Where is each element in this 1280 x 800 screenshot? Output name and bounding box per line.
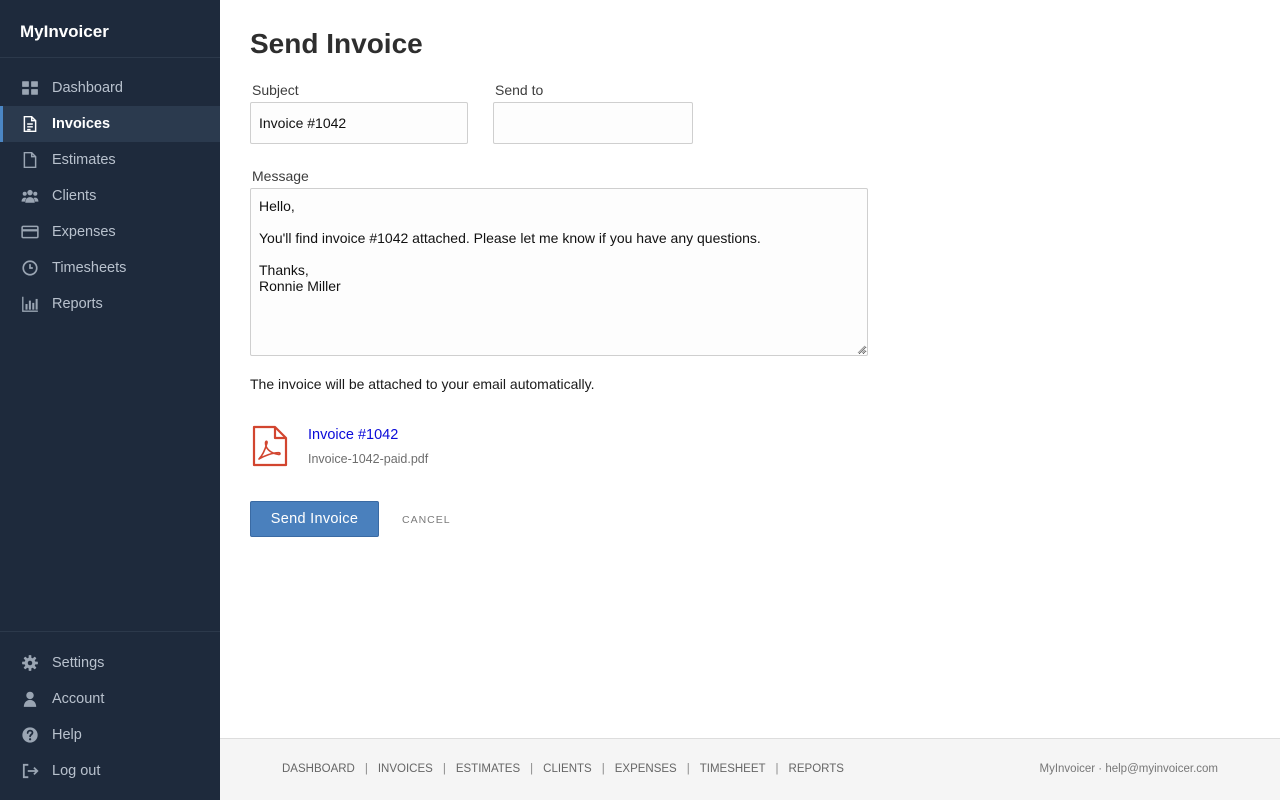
footer-separator: | [775, 763, 779, 775]
footer-separator: | [442, 763, 446, 775]
app-brand[interactable]: MyInvoicer [0, 0, 220, 58]
sidebar-item-account[interactable]: Account [0, 681, 220, 717]
subject-label: Subject [252, 82, 299, 98]
sidebar-item-estimates[interactable]: Estimates [0, 142, 220, 178]
attachment-filename: Invoice-1042-paid.pdf [308, 452, 429, 466]
sidebar-item-logout[interactable]: Log out [0, 753, 220, 789]
footer-link-reports[interactable]: REPORTS [789, 763, 844, 775]
bar-chart-icon [20, 294, 40, 314]
footer-link-expenses[interactable]: EXPENSES [615, 763, 677, 775]
help-icon [20, 725, 40, 745]
footer-link-estimates[interactable]: ESTIMATES [456, 763, 520, 775]
sidebar-item-label: Dashboard [52, 80, 123, 96]
footer-separator: | [686, 763, 690, 775]
sidebar-nav: Dashboard Invoices Estimates Clients Exp… [0, 58, 220, 322]
sidebar-item-label: Reports [52, 296, 103, 312]
dashboard-icon [20, 78, 40, 98]
message-textarea[interactable]: Hello, You'll find invoice #1042 attache… [250, 188, 868, 356]
footer-link-invoices[interactable]: INVOICES [378, 763, 433, 775]
sidebar-item-label: Settings [52, 655, 105, 671]
gear-icon [20, 653, 40, 673]
logout-icon [20, 761, 40, 781]
attachment-link[interactable]: Invoice #1042 [308, 427, 398, 443]
sidebar-item-label: Timesheets [52, 260, 127, 276]
clock-icon [20, 258, 40, 278]
user-icon [20, 689, 40, 709]
subject-input[interactable] [250, 102, 468, 144]
sidebar-item-expenses[interactable]: Expenses [0, 214, 220, 250]
footer: DASHBOARD | INVOICES | ESTIMATES | CLIEN… [220, 738, 1280, 800]
sidebar-item-label: Invoices [52, 116, 111, 132]
footer-link-dashboard[interactable]: DASHBOARD [282, 763, 355, 775]
message-label: Message [252, 168, 309, 184]
footer-separator: | [530, 763, 534, 775]
sidebar-item-help[interactable]: Help [0, 717, 220, 753]
sidebar-item-timesheets[interactable]: Timesheets [0, 250, 220, 286]
footer-nav: DASHBOARD | INVOICES | ESTIMATES | CLIEN… [282, 763, 844, 775]
sidebar-item-settings[interactable]: Settings [0, 645, 220, 681]
file-icon [20, 150, 40, 170]
sidebar-item-label: Account [52, 691, 105, 707]
sidebar-item-reports[interactable]: Reports [0, 286, 220, 322]
footer-link-clients[interactable]: CLIENTS [543, 763, 592, 775]
pdf-icon [252, 425, 288, 467]
sidebar: MyInvoicer Dashboard Invoices Estimates … [0, 0, 220, 800]
send-invoice-button[interactable]: Send Invoice [250, 501, 379, 537]
cancel-button[interactable]: CANCEL [402, 514, 451, 526]
footer-separator: | [364, 763, 368, 775]
sidebar-item-label: Clients [52, 188, 97, 204]
footer-separator: | [601, 763, 605, 775]
main-content: Send Invoice Subject Send to Message Hel… [220, 0, 1280, 738]
sidebar-item-clients[interactable]: Clients [0, 178, 220, 214]
sidebar-item-label: Log out [52, 763, 101, 779]
sidebar-item-label: Help [52, 727, 82, 743]
send-to-input[interactable] [493, 102, 693, 144]
footer-link-timesheet[interactable]: TIMESHEET [700, 763, 766, 775]
sidebar-item-dashboard[interactable]: Dashboard [0, 70, 220, 106]
resize-grip-icon[interactable] [857, 345, 866, 354]
sidebar-item-invoices[interactable]: Invoices [0, 106, 220, 142]
document-icon [20, 114, 40, 134]
users-icon [20, 186, 40, 206]
footer-contact: MyInvoicer · help@myinvoicer.com [1039, 763, 1218, 775]
credit-card-icon [20, 222, 40, 242]
page-title: Send Invoice [250, 28, 423, 59]
sidebar-item-label: Expenses [52, 224, 116, 240]
sidebar-bottom-nav: Settings Account Help Log out [0, 631, 220, 789]
sidebar-item-label: Estimates [52, 152, 116, 168]
send-to-label: Send to [495, 82, 544, 98]
attachment-hint: The invoice will be attached to your ema… [250, 376, 595, 392]
